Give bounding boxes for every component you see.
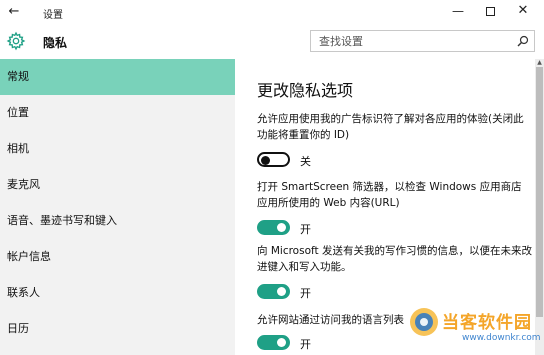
back-arrow-icon[interactable]: ← — [6, 4, 22, 20]
sidebar: 常规 位置 相机 麦克风 语音、墨迹书写和键入 帐户信息 联系人 日历 — [0, 59, 235, 355]
toggle-state-label: 开 — [300, 338, 311, 351]
smartscreen-toggle[interactable] — [257, 220, 290, 235]
watermark-brand: 当客软件园 — [442, 313, 532, 333]
toggle-state-label: 开 — [300, 223, 311, 236]
writing-info-toggle[interactable] — [257, 284, 290, 299]
setting-description: 允许应用使用我的广告标识符了解对各应用的体验(关闭此功能将重置你的 ID) — [257, 113, 524, 141]
scroll-up-icon[interactable]: ▲ — [535, 59, 544, 67]
setting-description: 打开 SmartScreen 筛选器，以检查 Windows 应用商店应用所使用… — [257, 181, 522, 209]
setting-description: 向 Microsoft 发送有关我的写作习惯的信息，以便在未来改进键入和写入功能… — [257, 245, 532, 273]
maximize-icon — [485, 7, 495, 16]
setting-advertising-id: 允许应用使用我的广告标识符了解对各应用的体验(关闭此功能将重置你的 ID) 关 — [257, 111, 532, 170]
advertising-id-toggle[interactable] — [257, 152, 290, 167]
sidebar-item-general[interactable]: 常规 — [0, 59, 235, 95]
toggle-state-label: 关 — [300, 155, 311, 168]
close-button[interactable]: ✕ — [511, 2, 535, 20]
title-bar: ← 设置 — ✕ — [0, 0, 544, 26]
search-input[interactable] — [311, 31, 511, 51]
sidebar-item-location[interactable]: 位置 — [0, 95, 235, 131]
watermark-url: www.downkr.com — [462, 333, 541, 343]
scroll-thumb[interactable] — [536, 67, 543, 317]
setting-smartscreen: 打开 SmartScreen 筛选器，以检查 Windows 应用商店应用所使用… — [257, 179, 532, 238]
sidebar-item-calendar[interactable]: 日历 — [0, 311, 235, 347]
setting-writing-info: 向 Microsoft 发送有关我的写作习惯的信息，以便在未来改进键入和写入功能… — [257, 243, 532, 302]
window-title: 设置 — [43, 10, 63, 21]
sidebar-item-contacts[interactable]: 联系人 — [0, 275, 235, 311]
search-icon[interactable] — [517, 35, 529, 47]
minimize-button[interactable]: — — [446, 2, 470, 20]
toggle-state-label: 开 — [300, 287, 311, 300]
sidebar-item-speech-inking-typing[interactable]: 语音、墨迹书写和键入 — [0, 203, 235, 239]
search-box — [310, 30, 535, 52]
sidebar-item-camera[interactable]: 相机 — [0, 131, 235, 167]
sidebar-item-account-info[interactable]: 帐户信息 — [0, 239, 235, 275]
sidebar-item-microphone[interactable]: 麦克风 — [0, 167, 235, 203]
gear-icon — [6, 31, 26, 51]
page-title: 隐私 — [43, 36, 68, 50]
language-list-toggle[interactable] — [257, 335, 290, 350]
section-title: 更改隐私选项 — [257, 81, 354, 100]
watermark-logo-icon — [410, 308, 438, 336]
watermark: 当客软件园 www.downkr.com — [404, 300, 544, 355]
maximize-button[interactable] — [478, 2, 502, 20]
